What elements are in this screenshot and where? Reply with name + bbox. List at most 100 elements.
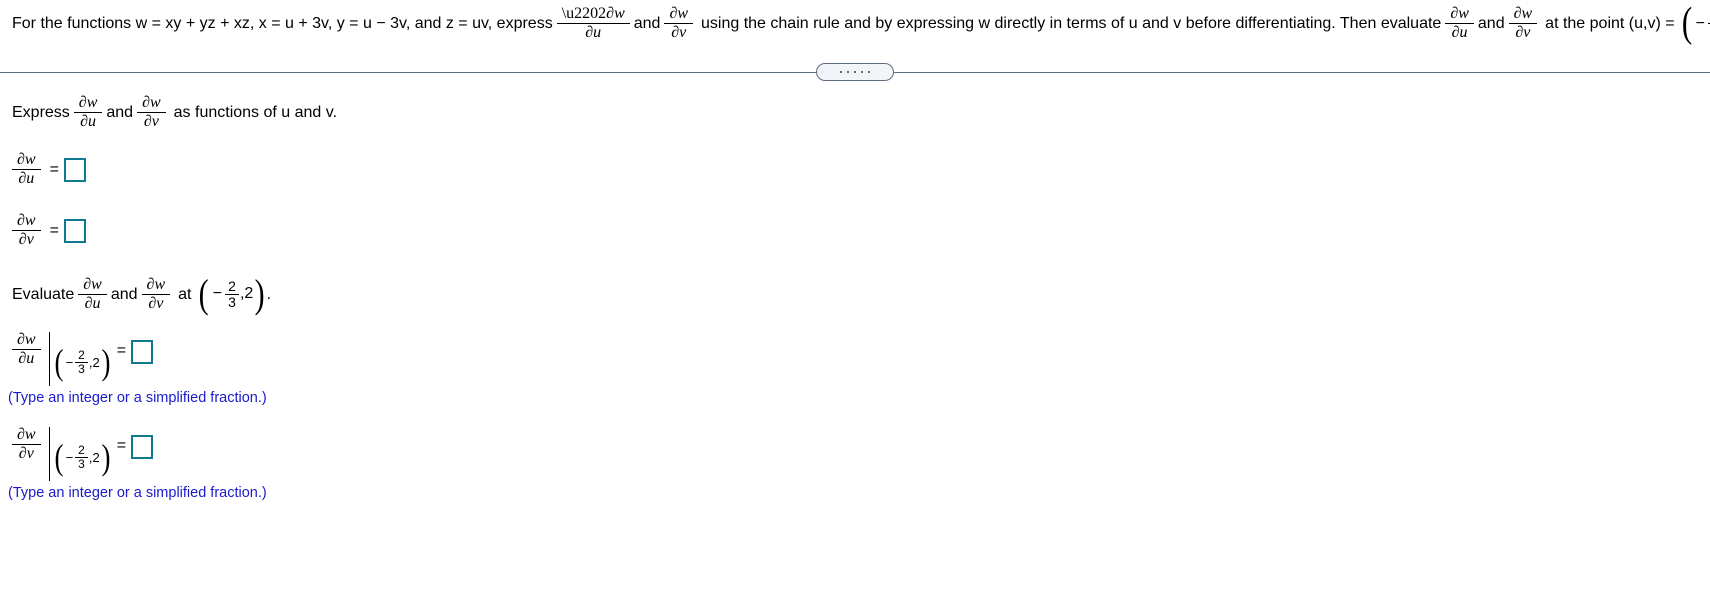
pd-numerator: ∂w [73,95,103,113]
pd-denominator: ∂v [143,113,159,130]
conjunction-and-2: and [1477,14,1505,32]
pd-numerator: ∂w [137,95,166,113]
evaluation-row-dw-du: ∂w ∂u ( − 2 3 , 2 ) = [12,332,154,386]
minus-sign: − [1695,14,1705,32]
pd-denominator: ∂v [18,231,34,248]
eval-expression-dw-dv: ∂w ∂v ( − 2 3 , 2 ) [12,427,112,481]
partial-dw-du-inline-1: \u2202∂w ∂u [556,5,630,41]
fraction-denominator: 3 [78,456,85,471]
pd-numerator: ∂w [12,332,41,350]
pd-numerator: ∂w [606,5,625,22]
fraction-numerator: 2 [75,444,88,458]
pd-numerator: ∂w [1445,6,1474,24]
pd-denominator: ∂v [671,24,687,41]
divider-line-right [894,71,1710,73]
equals-sign: = [49,160,59,178]
eval-point-subscript: ( − 2 3 , 2 ) [53,437,112,477]
partial-dw-du-eval: ∂w ∂u [12,332,41,367]
right-paren: ) [254,271,265,317]
eval-expression-dw-du: ∂w ∂u ( − 2 3 , 2 ) [12,332,112,386]
answer-row-dw-dv: ∂w ∂v = [12,213,86,248]
problem-statement-middle: using the chain rule and by expressing w… [701,14,1442,32]
partial-dw-dv-answer: ∂w ∂v [12,213,41,248]
right-paren: ) [101,342,111,382]
equals-sign: = [116,437,127,454]
evaluate-period: . [266,285,272,303]
left-paren: ( [54,437,64,477]
minus-sign: − [65,354,74,370]
evaluate-prefix: Evaluate [12,285,75,303]
point-tuple-statement: ( − 2 3 , 2 ) [1680,0,1710,47]
fraction-denominator: 3 [78,361,85,376]
partial-dw-dv-evaluate: ∂w ∂v [141,277,171,312]
pd-numerator: ∂w [664,6,694,24]
pd-denominator: ∂u [1451,24,1468,41]
partial-dw-dv-eval: ∂w ∂v [12,427,41,462]
right-paren: ) [101,437,111,477]
fraction-numerator: 2 [225,279,239,295]
handle-dot [861,71,863,73]
fraction-two-thirds: 2 3 [75,444,88,470]
left-paren: ( [54,342,64,382]
fraction-two-thirds: 2 3 [75,349,88,375]
partial-dw-du-evaluate: ∂w ∂u [78,277,107,312]
equals-sign: = [49,221,59,239]
pd-numerator: ∂w [12,152,41,170]
handle-dot [840,71,842,73]
problem-statement-lead: For the functions w = xy + yz + xz, x = … [12,14,553,32]
answer-input-dw-dv-at-point[interactable] [131,435,154,459]
pd-denominator: ∂u [80,113,97,130]
section-divider [0,62,1710,82]
express-suffix: as functions of u and v. [173,103,338,121]
partial-dw-du-express: ∂w ∂u [73,95,103,130]
partial-dw-du-inline-2: ∂w ∂u [1445,6,1474,41]
pd-denominator: ∂v [148,295,164,312]
minus-sign: − [212,285,223,303]
tuple-second-value: 2 [92,449,100,465]
pd-denominator: ∂u [585,24,602,41]
evaluation-bar [48,332,50,386]
hint-dw-dv: (Type an integer or a simplified fractio… [8,485,267,501]
evaluate-conjunction: and [110,285,138,303]
collapse-handle[interactable] [816,63,894,81]
tuple-second-value: 2 [244,285,254,303]
partial-dw-dv-express: ∂w ∂v [137,95,166,130]
pd-denominator: ∂v [1515,24,1531,41]
pd-denominator: ∂u [18,170,35,187]
fraction-denominator: 3 [228,293,236,310]
handle-dot [868,71,870,73]
pd-denominator: ∂v [18,445,34,462]
express-instruction: Express ∂w ∂u and ∂w ∂v as functions of … [12,95,337,130]
pd-denominator: ∂u [84,295,101,312]
partial-dw-dv-inline-1: ∂w ∂v [664,6,694,41]
evaluation-bar [48,427,50,481]
pd-numerator: ∂w [12,427,41,445]
fraction-numerator: 2 [75,349,88,363]
fraction-two-thirds: 2 3 [225,279,239,309]
evaluate-instruction: Evaluate ∂w ∂u and ∂w ∂v at ( − 2 3 , 2 … [12,271,272,317]
pd-numerator: ∂w [1508,6,1538,24]
express-prefix: Express [12,103,70,121]
left-paren: ( [199,271,210,317]
evaluation-row-dw-dv: ∂w ∂v ( − 2 3 , 2 ) = [12,427,154,481]
pd-numerator: ∂w [141,277,171,295]
problem-statement-tail: at the point (u,v) = [1545,14,1675,32]
evaluate-at: at [178,285,192,303]
handle-dot [854,71,856,73]
answer-row-dw-du: ∂w ∂u = [12,152,86,187]
partial-dw-dv-inline-2: ∂w ∂v [1508,6,1538,41]
divider-line-left [0,71,816,73]
pd-numerator: ∂w [12,213,41,231]
pd-denominator: ∂u [18,350,35,367]
pd-numerator: ∂w [78,277,107,295]
answer-input-dw-dv[interactable] [63,218,86,243]
answer-input-dw-du[interactable] [63,157,86,182]
partial-dw-du-answer: ∂w ∂u [12,152,41,187]
handle-dot [847,71,849,73]
equals-sign: = [116,342,127,359]
left-paren: ( [1681,0,1692,47]
point-tuple-evaluate: ( − 2 3 , 2 ) [197,271,266,317]
hint-dw-du: (Type an integer or a simplified fractio… [8,390,267,406]
minus-sign: − [65,449,74,465]
answer-input-dw-du-at-point[interactable] [131,340,154,364]
